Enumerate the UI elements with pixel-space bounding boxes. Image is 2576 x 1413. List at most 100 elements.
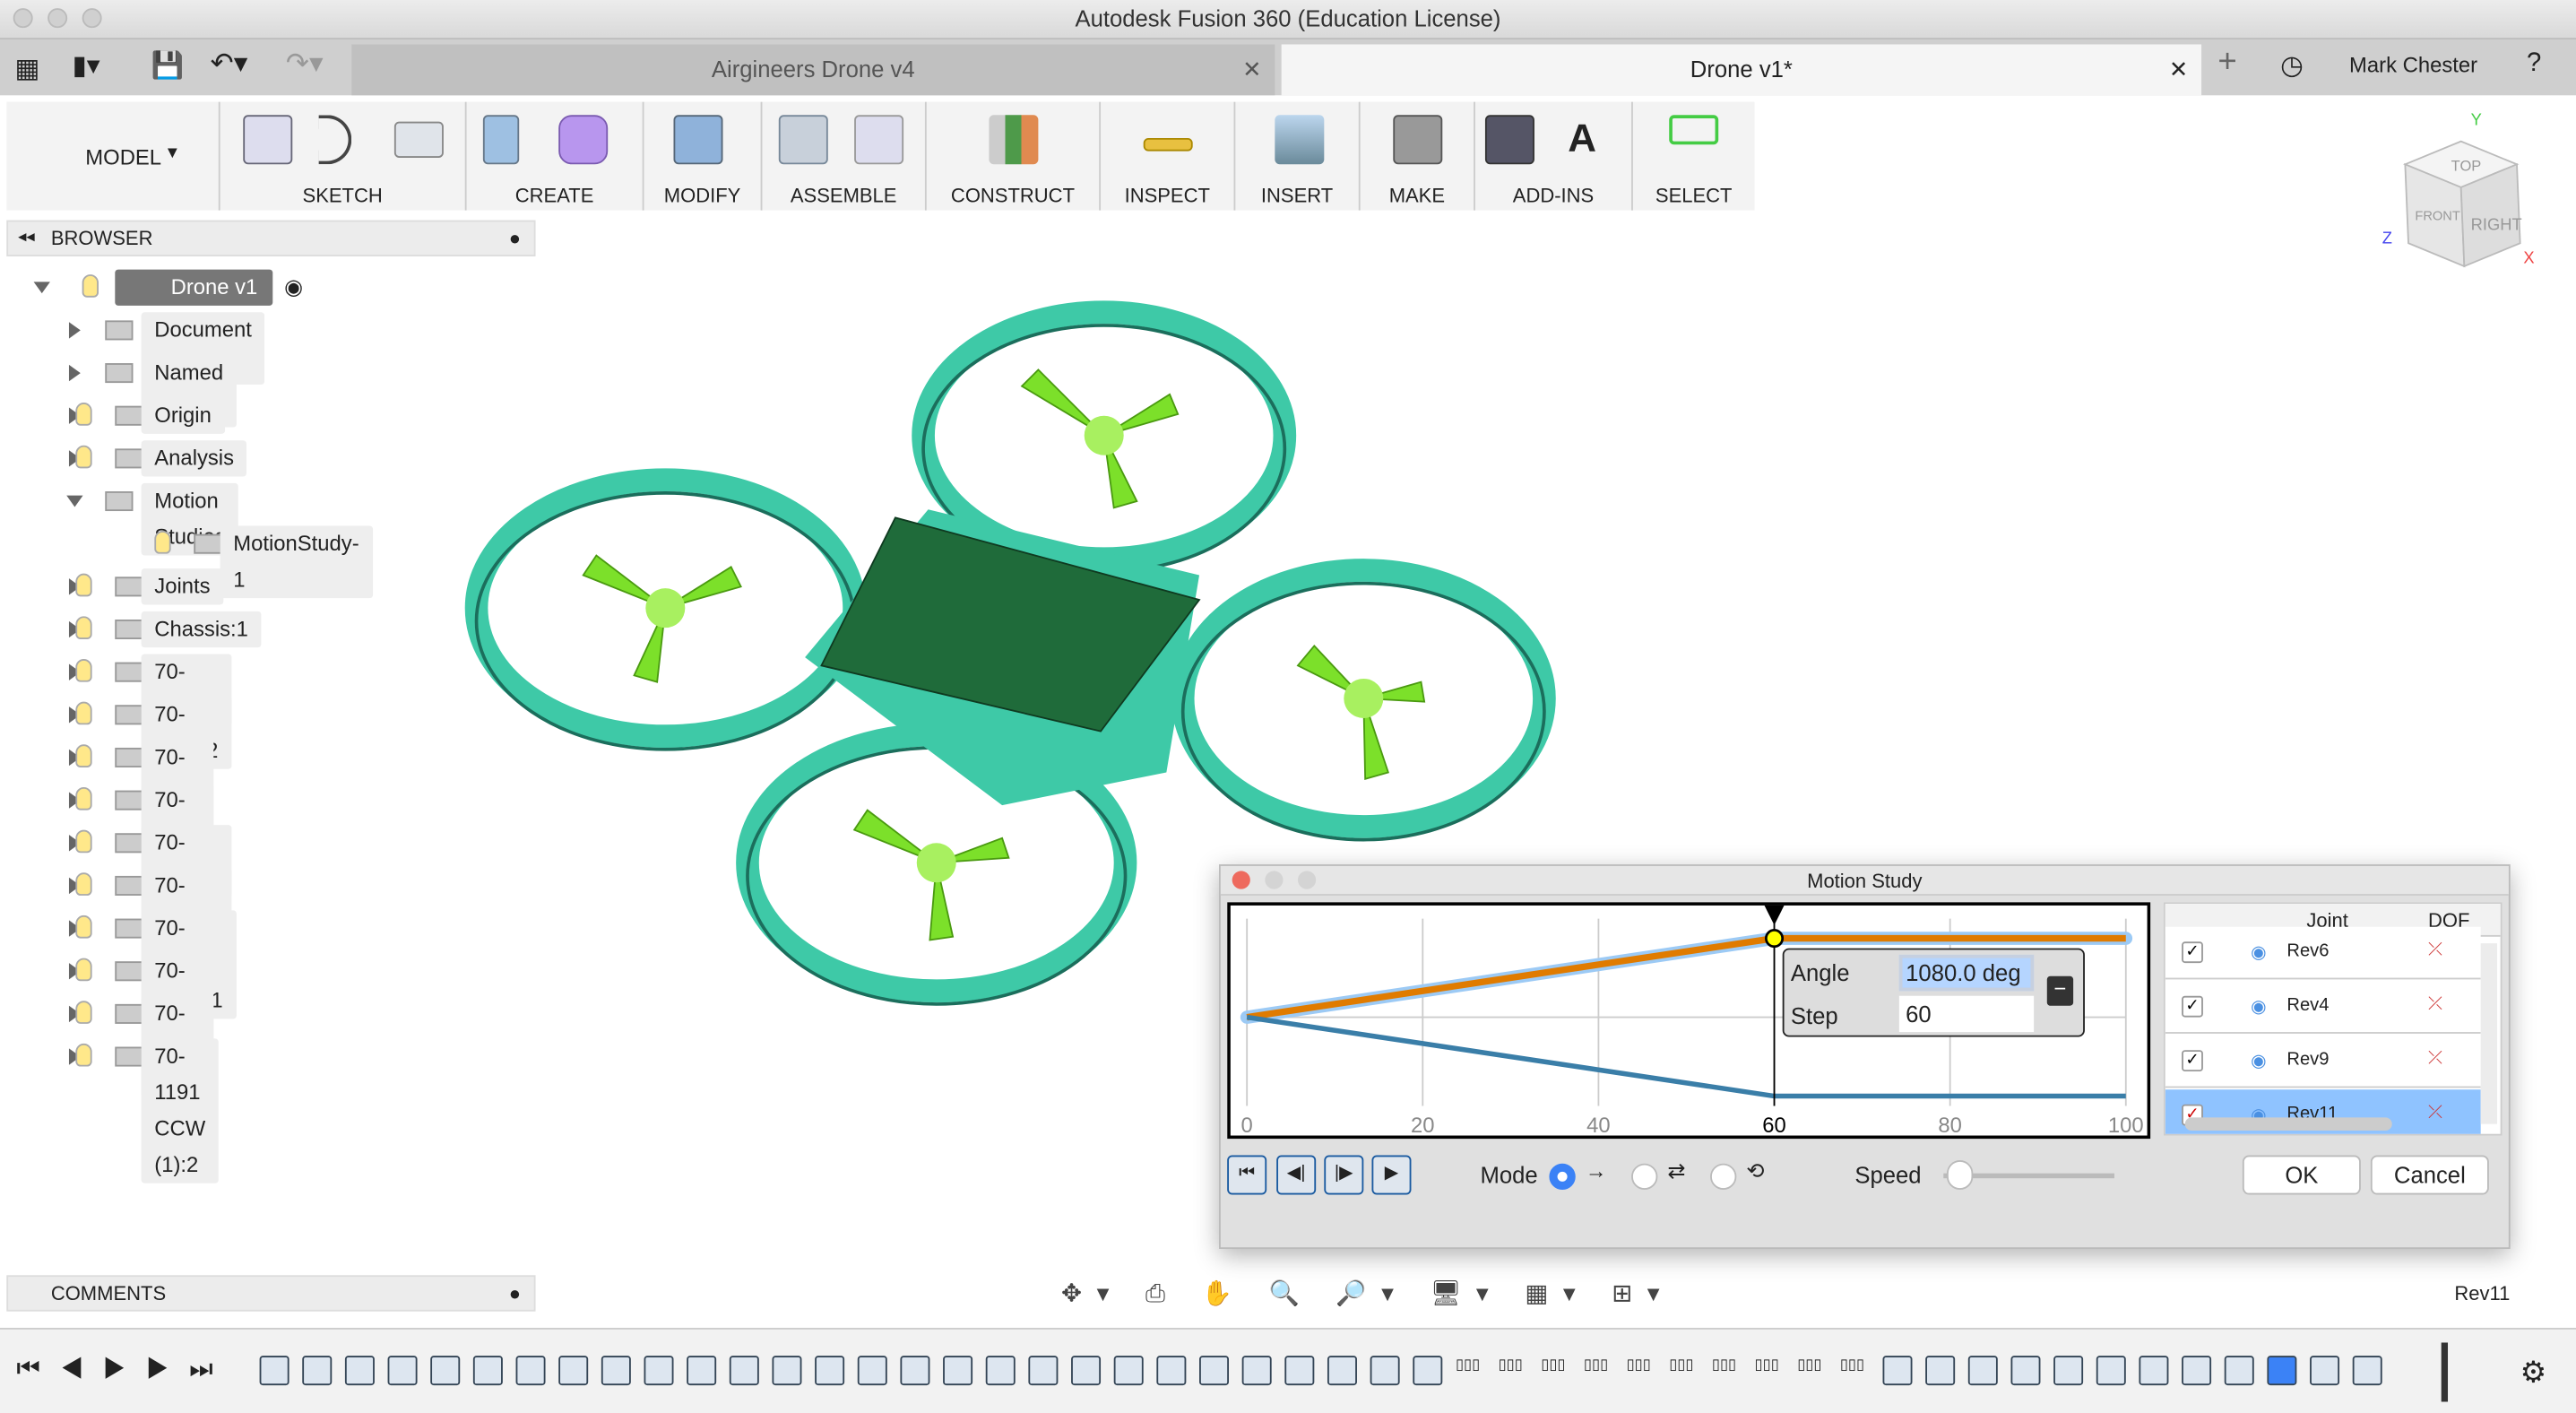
timeline-feature-icon[interactable]: [772, 1356, 802, 1386]
timeline-feature-icon[interactable]: [2310, 1356, 2340, 1386]
toolbar-create[interactable]: CREATE: [467, 101, 644, 211]
workspace-switcher[interactable]: MODEL ▼: [6, 101, 220, 211]
timeline-feature-icon[interactable]: [943, 1356, 973, 1386]
timeline-feature-icon[interactable]: [900, 1356, 930, 1386]
select-icon[interactable]: [1669, 115, 1719, 145]
timeline-feature-icon[interactable]: [1882, 1356, 1913, 1386]
timeline-feature-icon[interactable]: ▯▯▯: [1669, 1356, 1699, 1385]
angle-input[interactable]: 1080.0 deg: [1898, 954, 2035, 992]
minimize-window-button[interactable]: [48, 8, 68, 29]
joint-icon[interactable]: [854, 115, 904, 165]
joint-checkbox[interactable]: ✓: [2182, 941, 2203, 964]
press-pull-icon[interactable]: [673, 115, 723, 165]
toolbar-construct[interactable]: CONSTRUCT: [927, 101, 1102, 211]
timeline-feature-icon[interactable]: [1199, 1356, 1230, 1386]
help-icon[interactable]: ?: [2527, 49, 2541, 79]
job-status-icon[interactable]: ◷: [2280, 49, 2304, 82]
step-forward-button[interactable]: |▶: [1324, 1155, 1364, 1195]
visibility-bulb-icon[interactable]: [75, 744, 92, 767]
timeline-feature-icon[interactable]: [815, 1356, 845, 1386]
timeline-feature-icon[interactable]: [601, 1356, 631, 1386]
mode-rock-radio[interactable]: [1631, 1163, 1658, 1191]
undo-icon[interactable]: ↶▾: [211, 48, 248, 81]
expand-icon[interactable]: [68, 364, 81, 382]
scripts-icon[interactable]: [1484, 115, 1534, 165]
extrude-icon[interactable]: [482, 115, 520, 165]
timeline-feature-icon[interactable]: [1028, 1356, 1059, 1386]
viewcube-right[interactable]: RIGHT: [2471, 215, 2522, 234]
visibility-bulb-icon[interactable]: [75, 915, 92, 939]
timeline-feature-icon[interactable]: ▯▯▯: [1456, 1356, 1485, 1385]
joints-scrollbar[interactable]: [2480, 943, 2498, 1124]
timeline-feature-icon[interactable]: [1113, 1356, 1144, 1386]
user-name[interactable]: Mark Chester: [2349, 53, 2477, 77]
zoom-window-button[interactable]: [82, 8, 102, 29]
pin-icon[interactable]: ●: [509, 221, 521, 255]
toolbar-make[interactable]: MAKE: [1361, 101, 1475, 211]
create-sketch-icon[interactable]: [243, 115, 293, 165]
visibility-bulb-icon[interactable]: [75, 1043, 92, 1067]
toolbar-assemble[interactable]: ASSEMBLE: [762, 101, 927, 211]
timeline-feature-icon[interactable]: [430, 1356, 461, 1386]
save-icon[interactable]: 💾: [151, 49, 185, 82]
timeline-feature-icon[interactable]: ▯▯▯: [1712, 1356, 1742, 1385]
timeline-feature-icon[interactable]: [1967, 1356, 1998, 1386]
new-component-icon[interactable]: [778, 115, 828, 165]
timeline-feature-icon[interactable]: ▯▯▯: [1584, 1356, 1613, 1385]
timeline-feature-icon[interactable]: [387, 1356, 418, 1386]
visibility-bulb-icon[interactable]: [75, 616, 92, 639]
cancel-button[interactable]: Cancel: [2370, 1155, 2489, 1195]
timeline-marker[interactable]: [2441, 1342, 2449, 1402]
joints-hscrollbar[interactable]: [2184, 1117, 2392, 1131]
timeline-feature-icon[interactable]: [472, 1356, 503, 1386]
toolbar-inspect[interactable]: INSPECT: [1101, 101, 1236, 211]
timeline-feature-icon[interactable]: ▯▯▯: [1755, 1356, 1785, 1385]
comments-panel[interactable]: COMMENTS ●: [6, 1275, 536, 1312]
timeline-feature-icon[interactable]: [1156, 1356, 1187, 1386]
timeline-feature-icon[interactable]: [1327, 1356, 1357, 1386]
viewcube-front[interactable]: FRONT: [2415, 210, 2460, 224]
visibility-bulb-icon[interactable]: [75, 958, 92, 982]
viewcube-top[interactable]: TOP: [2451, 159, 2482, 175]
mode-once-radio[interactable]: [1549, 1163, 1576, 1191]
timeline-feature-icon[interactable]: [2267, 1356, 2297, 1386]
timeline-feature-icon[interactable]: [2182, 1356, 2212, 1386]
timeline-feature-icon[interactable]: [2010, 1356, 2041, 1386]
timeline-feature-icon[interactable]: [2053, 1356, 2084, 1386]
timeline-feature-icon[interactable]: [259, 1356, 290, 1386]
timeline-feature-icon[interactable]: [515, 1356, 546, 1386]
visibility-bulb-icon[interactable]: [154, 531, 171, 554]
step-back-button[interactable]: ◀|: [1276, 1155, 1317, 1195]
timeline-feature-icon[interactable]: [558, 1356, 589, 1386]
visibility-bulb-icon[interactable]: [75, 701, 92, 725]
collapse-browser-icon[interactable]: ◂◂: [18, 221, 34, 255]
redo-icon[interactable]: ↷▾: [286, 48, 324, 81]
visibility-bulb-icon[interactable]: [75, 445, 92, 469]
dialog-close-button[interactable]: [1232, 871, 1250, 889]
timeline-feature-icon[interactable]: [1284, 1356, 1315, 1386]
timeline-feature-icon[interactable]: [687, 1356, 717, 1386]
timeline-feature-icon[interactable]: ▯▯▯: [1541, 1356, 1570, 1385]
visibility-bulb-icon[interactable]: [75, 573, 92, 597]
timeline-feature-icon[interactable]: [1925, 1356, 1956, 1386]
activate-icon[interactable]: ◉: [284, 270, 303, 306]
dof-icon[interactable]: ⤫: [2428, 1103, 2442, 1124]
play-button[interactable]: ▶: [1371, 1155, 1412, 1195]
create-form-icon[interactable]: [558, 115, 609, 165]
toolbar-add-ins[interactable]: A ADD-INS: [1475, 101, 1633, 211]
timeline-feature-icon[interactable]: [2096, 1356, 2126, 1386]
timeline-feature-icon[interactable]: [1370, 1356, 1400, 1386]
apps-grid-icon[interactable]: ▦: [14, 53, 39, 86]
expand-icon[interactable]: [66, 495, 83, 507]
mode-loop-radio[interactable]: [1710, 1163, 1737, 1191]
visibility-bulb-icon[interactable]: [75, 403, 92, 426]
measure-icon[interactable]: [1143, 137, 1193, 152]
close-tab-icon[interactable]: ✕: [1242, 44, 1262, 95]
timeline-feature-icon[interactable]: [1071, 1356, 1102, 1386]
toolbar-insert[interactable]: INSERT: [1235, 101, 1361, 211]
timeline-feature-icon[interactable]: [644, 1356, 674, 1386]
joint-row[interactable]: ✓ ◉ Rev9 ⤫: [2165, 1035, 2481, 1088]
go-to-start-button[interactable]: ⏮: [1227, 1155, 1267, 1195]
timeline-feature-icon[interactable]: [1413, 1356, 1443, 1386]
joint-checkbox[interactable]: ✓: [2182, 1050, 2203, 1072]
